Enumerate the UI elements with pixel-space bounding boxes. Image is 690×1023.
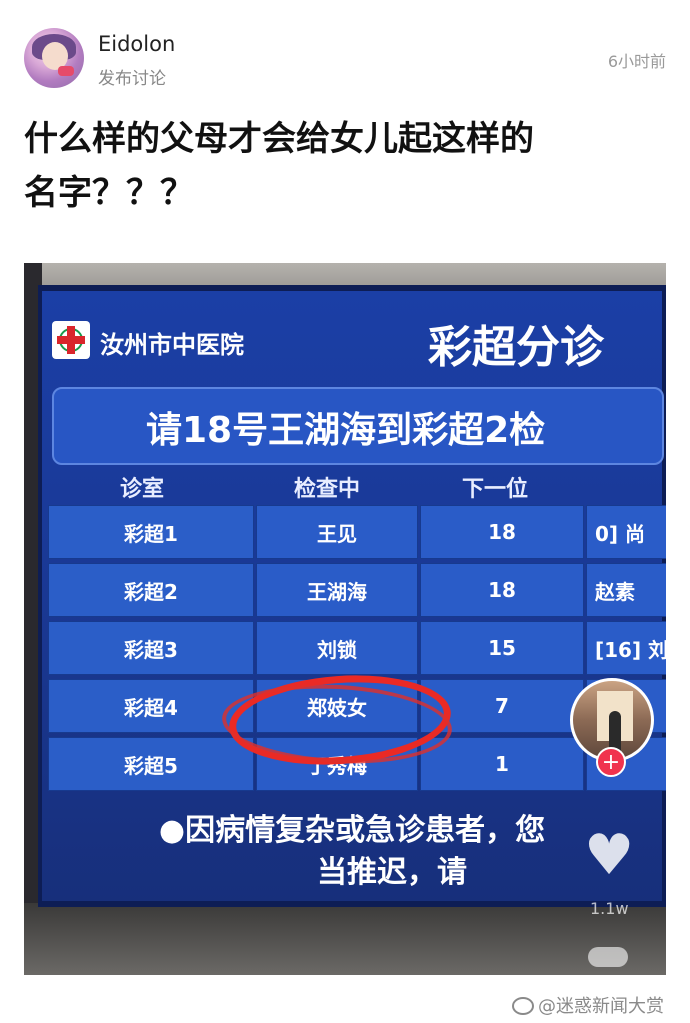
- row-1-current: 王见: [256, 505, 418, 559]
- hospital-logo-icon: [52, 321, 90, 359]
- username[interactable]: Eidolon: [98, 32, 175, 56]
- post-subtitle: 发布讨论: [98, 69, 166, 89]
- row-3-room: 彩超3: [48, 621, 254, 675]
- post-title-line-1: 什么样的父母才会给女儿起这样的: [24, 119, 534, 159]
- post-photo[interactable]: 汝州市中医院 彩超分诊 请18号王湖海到彩超2检 诊室 检查中 下一位 彩超1 …: [24, 263, 666, 975]
- like-count: 1.1w: [590, 899, 629, 918]
- avatar-figure: [609, 711, 621, 751]
- notice-line-1: ●因病情复杂或急诊患者，您: [158, 813, 546, 848]
- post-header: Eidolon 发布讨论 6小时前: [0, 0, 690, 100]
- comment-icon[interactable]: [588, 947, 628, 967]
- row-5-room: 彩超5: [48, 737, 254, 791]
- watermark: @迷惑新闻大赏: [512, 992, 664, 1018]
- notice-line-2: 当推迟，请: [317, 855, 467, 890]
- row-1-extra: 0] 尚: [586, 505, 666, 559]
- heart-icon[interactable]: ♥: [584, 823, 634, 888]
- call-banner: 请18号王湖海到彩超2检: [52, 387, 664, 465]
- photo-floor: [24, 903, 666, 975]
- avatar-bow: [58, 66, 74, 76]
- header-next: 下一位: [462, 477, 529, 502]
- row-3-next: 15: [420, 621, 584, 675]
- post-timestamp: 6小时前: [607, 52, 666, 71]
- weibo-icon: [512, 997, 534, 1015]
- hospital-name: 汝州市中医院: [100, 331, 244, 359]
- row-2-extra: 赵素: [586, 563, 666, 617]
- row-3-extra: [16] 刘: [586, 621, 666, 675]
- logo-cross-horizontal: [57, 336, 85, 344]
- watermark-text: @迷惑新闻大赏: [538, 996, 664, 1017]
- row-3-current: 刘锁: [256, 621, 418, 675]
- post-title: 什么样的父母才会给女儿起这样的 名字？？？: [24, 112, 664, 220]
- screen-heading: 彩超分诊: [428, 322, 604, 373]
- call-text: 请18号王湖海到彩超2检: [146, 410, 546, 451]
- row-1-next: 18: [420, 505, 584, 559]
- row-2-room: 彩超2: [48, 563, 254, 617]
- hospital-screen: 汝州市中医院 彩超分诊 请18号王湖海到彩超2检 诊室 检查中 下一位 彩超1 …: [38, 285, 666, 907]
- header-current: 检查中: [294, 477, 361, 502]
- row-5-next: 1: [420, 737, 584, 791]
- user-avatar[interactable]: [24, 28, 84, 88]
- row-1-room: 彩超1: [48, 505, 254, 559]
- row-2-current: 王湖海: [256, 563, 418, 617]
- header-room: 诊室: [120, 477, 165, 502]
- post-title-line-2: 名字？？？: [24, 173, 194, 213]
- row-2-next: 18: [420, 563, 584, 617]
- follow-plus-button[interactable]: +: [596, 747, 626, 777]
